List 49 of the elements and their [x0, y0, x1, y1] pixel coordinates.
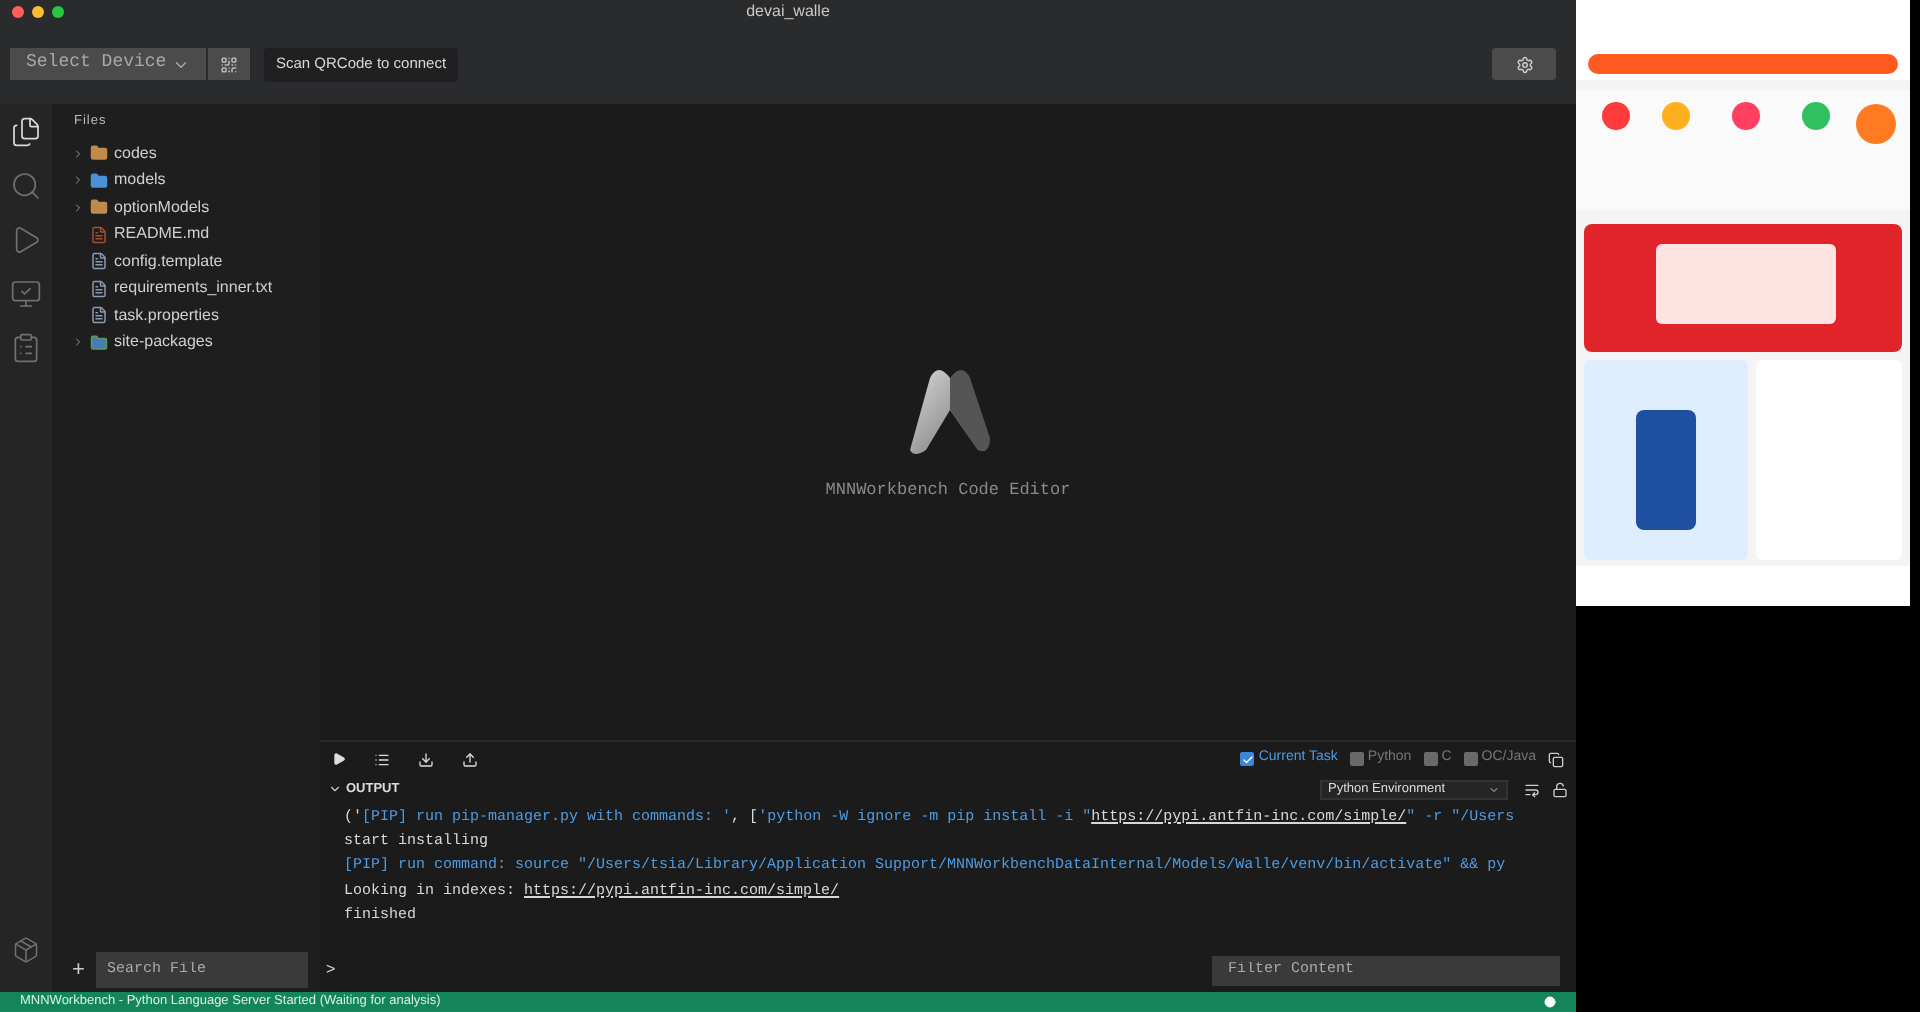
search-icon[interactable]: [10, 170, 42, 202]
chevron-icon: [1488, 783, 1500, 795]
window-title: devai_walle: [746, 0, 830, 24]
file-tree-item[interactable]: task.properties: [52, 301, 320, 329]
qr-code-icon: [220, 55, 238, 73]
add-button[interactable]: +: [72, 959, 85, 981]
file-icon: [90, 306, 108, 324]
folder-icon: [90, 198, 108, 216]
file-tree-item[interactable]: README.md: [52, 220, 320, 248]
file-tree-item[interactable]: optionModels: [52, 193, 320, 221]
collapse-icon[interactable]: [328, 782, 342, 796]
upload-icon[interactable]: [462, 751, 478, 767]
markdown-file-icon: [90, 225, 108, 243]
monitor-icon[interactable]: [10, 278, 42, 310]
files-icon[interactable]: [10, 116, 42, 148]
folder-icon: [90, 144, 108, 162]
copy-icon[interactable]: [1548, 751, 1564, 767]
unlock-icon[interactable]: [1552, 781, 1568, 797]
qr-code-button[interactable]: [208, 48, 250, 80]
package-icon[interactable]: [12, 936, 40, 964]
status-icon: [1544, 996, 1556, 1008]
file-tree-item[interactable]: models: [52, 166, 320, 194]
play-icon[interactable]: [332, 752, 346, 766]
folder-icon: [90, 333, 108, 351]
file-tree-item[interactable]: site-packages: [52, 328, 320, 356]
file-icon: [90, 279, 108, 297]
file-tree-item[interactable]: codes: [52, 139, 320, 167]
editor-caption: MNNWorkbench Code Editor: [825, 477, 1071, 503]
close-button[interactable]: [12, 6, 24, 18]
settings-icon: [1515, 55, 1533, 73]
check-icon: [1241, 753, 1254, 765]
download-icon[interactable]: [418, 751, 434, 767]
settings-button[interactable]: [1492, 48, 1556, 80]
prompt-symbol: >: [326, 958, 336, 982]
clipboard-icon[interactable]: [10, 332, 42, 364]
wrap-icon[interactable]: [1524, 781, 1540, 797]
file-icon: [90, 252, 108, 270]
file-tree-item[interactable]: requirements_inner.txt: [52, 274, 320, 302]
chevron-icon: [72, 174, 84, 186]
list-icon[interactable]: [374, 751, 390, 767]
device-select[interactable]: Select Device: [10, 48, 206, 80]
folder-icon: [90, 171, 108, 189]
chevron-icon: [72, 336, 84, 348]
chevron-icon: [72, 147, 84, 159]
run-icon[interactable]: [10, 224, 42, 256]
file-tree-item[interactable]: config.template: [52, 247, 320, 275]
minimize-button[interactable]: [32, 6, 44, 18]
chevron-icon: [72, 201, 84, 213]
zoom-button[interactable]: [52, 6, 64, 18]
